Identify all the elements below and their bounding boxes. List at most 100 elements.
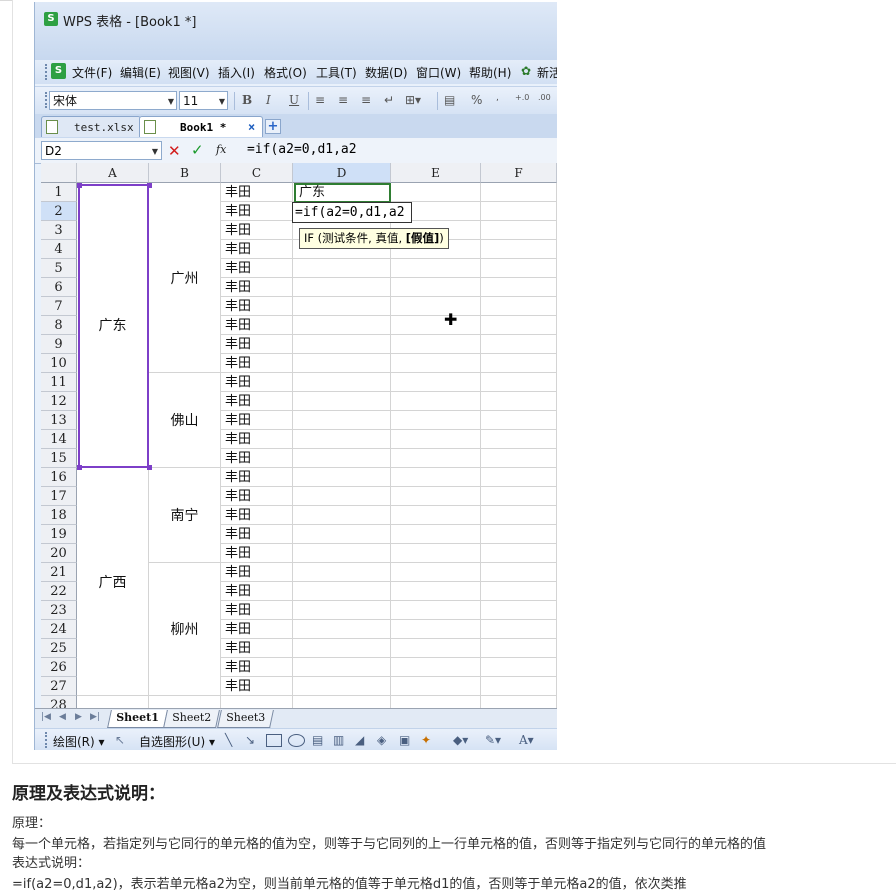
row-header-3[interactable]: 3 (41, 221, 77, 240)
cell-c[interactable]: 丰田 (223, 335, 296, 354)
menu-window[interactable]: 窗口(W) (416, 64, 461, 81)
menu-file[interactable]: 文件(F) (72, 64, 112, 81)
row-header-25[interactable]: 25 (41, 639, 77, 658)
row-header-20[interactable]: 20 (41, 544, 77, 563)
cell-c[interactable]: 丰田 (223, 297, 296, 316)
select-all-corner[interactable] (41, 163, 77, 183)
font-color-icon[interactable]: A▾ (519, 733, 534, 747)
row-header-9[interactable]: 9 (41, 335, 77, 354)
align-left-icon[interactable]: ≡ (315, 93, 325, 107)
cell-c[interactable]: 丰田 (223, 582, 296, 601)
autoshape-menu-button[interactable]: 自选图形(U) ▾ (139, 733, 215, 750)
decrease-decimal-button[interactable]: .00 (538, 93, 551, 102)
insert-function-button[interactable]: fx (216, 143, 226, 156)
row-header-14[interactable]: 14 (41, 430, 77, 449)
cell-c[interactable]: 丰田 (223, 354, 296, 373)
picture-icon[interactable]: ▣ (399, 733, 410, 747)
last-sheet-icon[interactable]: ▶| (90, 712, 100, 722)
row-header-19[interactable]: 19 (41, 525, 77, 544)
next-sheet-icon[interactable]: ▶ (75, 712, 82, 722)
italic-button[interactable]: I (266, 93, 271, 107)
select-pointer-icon[interactable]: ↖ (115, 733, 125, 747)
tab-test-xlsx[interactable]: test.xlsx (41, 116, 141, 137)
row-header-21[interactable]: 21 (41, 563, 77, 582)
cell-c[interactable]: 丰田 (223, 620, 296, 639)
line-tool-icon[interactable]: ╲ (225, 733, 232, 747)
merged-cell-b[interactable]: 广州 (149, 183, 221, 373)
row-header-10[interactable]: 10 (41, 354, 77, 373)
font-name-select[interactable]: 宋体 ▼ (49, 91, 177, 110)
cell-c[interactable]: 丰田 (223, 639, 296, 658)
column-header-f[interactable]: F (481, 163, 557, 183)
textbox-tool-icon[interactable]: ▤ (312, 733, 323, 747)
name-box[interactable]: D2 ▼ (41, 141, 162, 160)
new-feature-icon[interactable]: ✿ (521, 64, 531, 78)
cancel-formula-icon[interactable]: ✕ (168, 142, 181, 160)
cell-c[interactable]: 丰田 (223, 411, 296, 430)
arrow-tool-icon[interactable]: ↘ (245, 733, 255, 747)
tab-book1[interactable]: Book1 * × (139, 116, 263, 137)
menu-view[interactable]: 视图(V) (168, 64, 210, 81)
cell-d2-editor[interactable]: =if(a2=0,d1,a2 (292, 202, 412, 223)
selection-handle[interactable] (77, 183, 82, 188)
column-header-c[interactable]: C (221, 163, 293, 183)
wrap-text-icon[interactable]: ↵ (384, 93, 394, 107)
cell-c[interactable]: 丰田 (223, 240, 296, 259)
cell-c[interactable]: 丰田 (223, 430, 296, 449)
wordart-icon[interactable]: ◢ (355, 733, 364, 747)
sheet-tab-1[interactable]: Sheet1 (107, 710, 168, 728)
row-header-13[interactable]: 13 (41, 411, 77, 430)
row-header-7[interactable]: 7 (41, 297, 77, 316)
close-tab-icon[interactable]: × (248, 117, 255, 138)
cell-c[interactable]: 丰田 (223, 373, 296, 392)
cell-c[interactable]: 丰田 (223, 487, 296, 506)
cell-c[interactable]: 丰田 (223, 221, 296, 240)
row-header-24[interactable]: 24 (41, 620, 77, 639)
row-header-8[interactable]: 8 (41, 316, 77, 335)
currency-format-icon[interactable]: ▤ (444, 93, 455, 107)
cell-c[interactable]: 丰田 (223, 316, 296, 335)
increase-decimal-button[interactable]: +.0 (515, 93, 529, 102)
percent-button[interactable]: % (471, 93, 482, 107)
row-header-5[interactable]: 5 (41, 259, 77, 278)
cell-c[interactable]: 丰田 (223, 202, 296, 221)
confirm-formula-icon[interactable]: ✓ (191, 141, 204, 159)
row-header-12[interactable]: 12 (41, 392, 77, 411)
formula-input[interactable]: =if(a2=0,d1,a2 (247, 142, 357, 157)
cell-c[interactable]: 丰田 (223, 468, 296, 487)
row-header-11[interactable]: 11 (41, 373, 77, 392)
cell-c[interactable]: 丰田 (223, 183, 296, 202)
row-header-28[interactable]: 28 (41, 696, 77, 708)
drawbar-grip-icon[interactable] (45, 732, 50, 748)
column-header-d[interactable]: D (293, 163, 391, 183)
draw-menu-button[interactable]: 绘图(R) ▾ (53, 733, 105, 750)
menu-tools[interactable]: 工具(T) (316, 64, 357, 81)
bold-button[interactable]: B (242, 93, 252, 107)
line-color-icon[interactable]: ✎▾ (485, 733, 501, 747)
prev-sheet-icon[interactable]: ◀ (59, 712, 66, 722)
row-header-27[interactable]: 27 (41, 677, 77, 696)
selection-handle[interactable] (77, 465, 82, 470)
vertical-textbox-icon[interactable]: ▥ (333, 733, 344, 747)
menu-new[interactable]: 新活 (537, 64, 557, 81)
cell-c[interactable]: 丰田 (223, 601, 296, 620)
cell-c[interactable]: 丰田 (223, 259, 296, 278)
row-header-26[interactable]: 26 (41, 658, 77, 677)
insert-image-icon[interactable]: ✦ (421, 733, 431, 747)
ellipse-tool-icon[interactable] (288, 734, 305, 747)
menu-format[interactable]: 格式(O) (264, 64, 307, 81)
selection-handle[interactable] (147, 465, 152, 470)
underline-button[interactable]: U (289, 93, 299, 107)
row-header-4[interactable]: 4 (41, 240, 77, 259)
row-header-23[interactable]: 23 (41, 601, 77, 620)
merged-cell-b[interactable]: 柳州 (149, 563, 221, 696)
merge-cells-icon[interactable]: ⊞▾ (405, 93, 421, 107)
align-right-icon[interactable]: ≡ (361, 93, 371, 107)
row-header-18[interactable]: 18 (41, 506, 77, 525)
rectangle-tool-icon[interactable] (266, 734, 282, 747)
merged-cell-b[interactable]: 南宁 (149, 468, 221, 563)
clipart-icon[interactable]: ◈ (377, 733, 386, 747)
row-header-15[interactable]: 15 (41, 449, 77, 468)
column-header-e[interactable]: E (391, 163, 481, 183)
cell-c[interactable]: 丰田 (223, 544, 296, 563)
